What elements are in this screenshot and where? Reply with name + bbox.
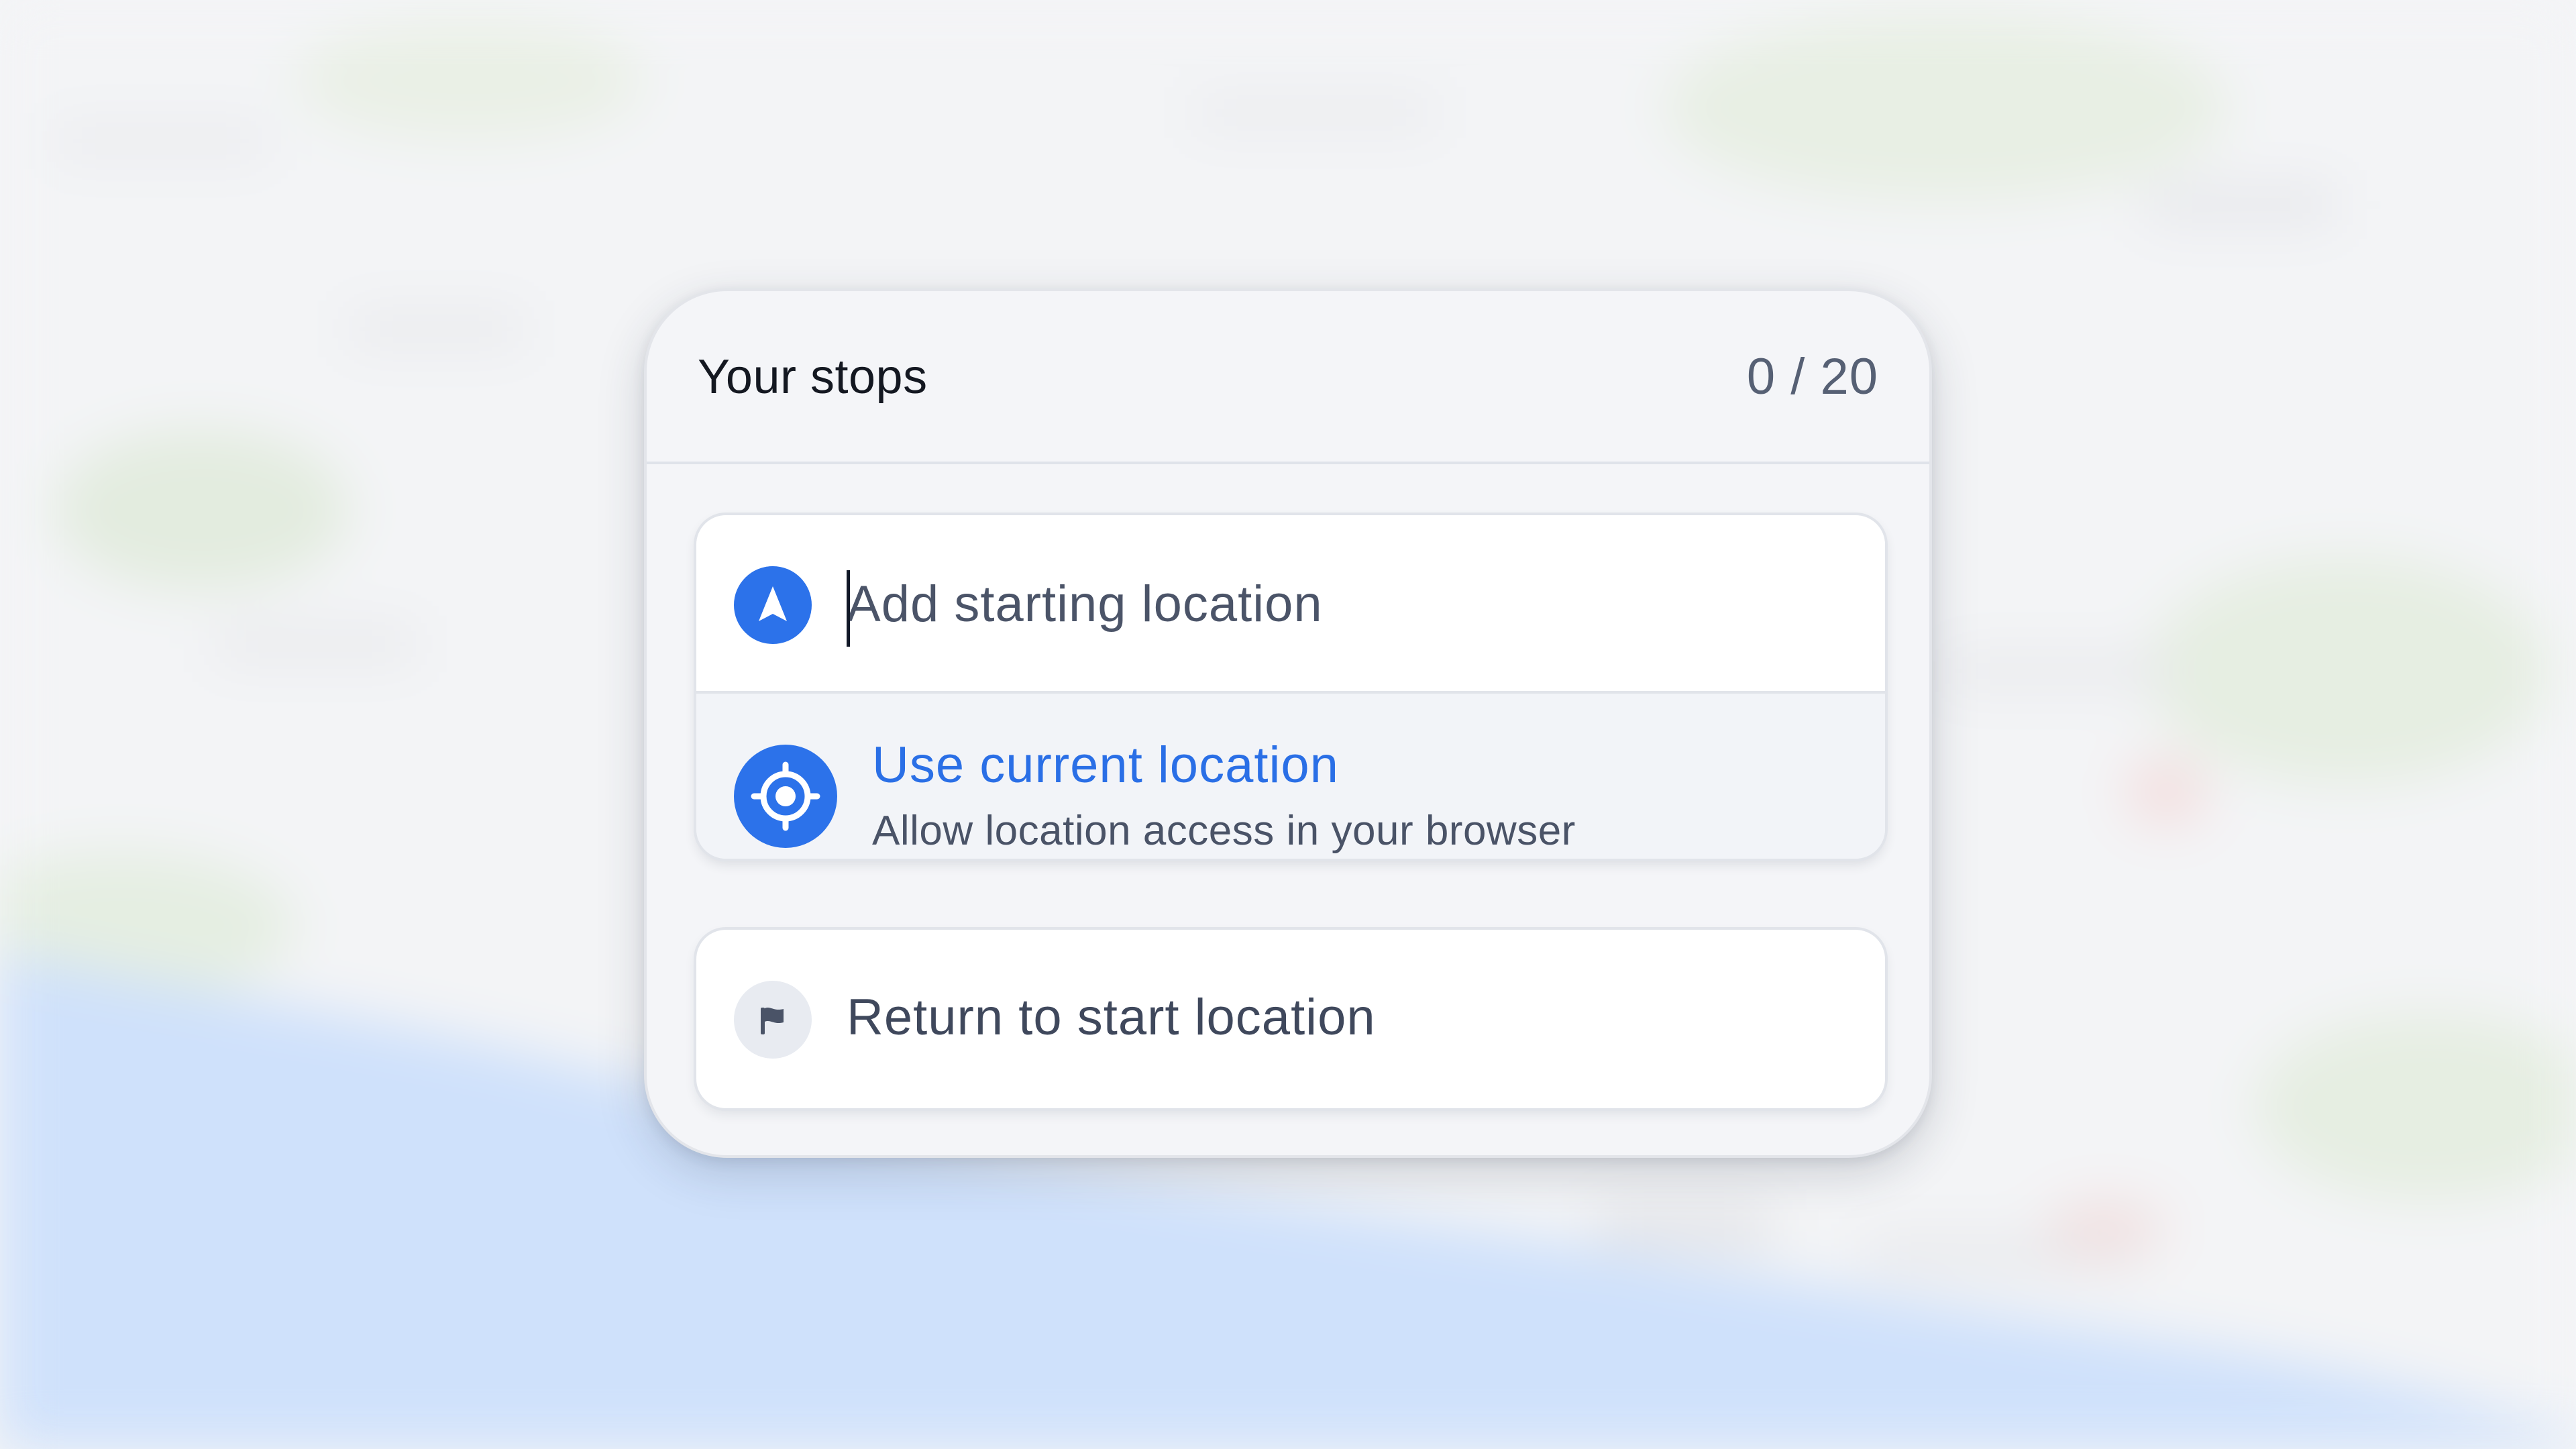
return-to-start-label: Return to start location [847, 989, 1376, 1046]
stops-panel: Your stops 0 / 20 Add starting location … [644, 288, 1932, 1158]
start-location-row[interactable] [696, 515, 1885, 694]
app-screen: Your stops 0 / 20 Add starting location … [0, 0, 2576, 1449]
current-location-sublabel: Allow location access in your browser [872, 808, 1576, 854]
panel-header: Your stops 0 / 20 [647, 291, 1929, 464]
flag-icon [734, 981, 812, 1059]
use-current-location-option[interactable]: Use current location Allow location acce… [696, 694, 1885, 859]
stop-count: 0 / 20 [1746, 348, 1878, 405]
return-to-start-option[interactable]: Return to start location [696, 930, 1885, 1108]
start-location-input[interactable] [847, 564, 1839, 644]
crosshair-icon [734, 745, 837, 848]
panel-title: Your stops [698, 350, 928, 404]
current-location-label: Use current location [872, 737, 1339, 794]
navigation-arrow-icon [734, 566, 812, 644]
text-cursor [847, 570, 850, 647]
start-location-card: Use current location Allow location acce… [696, 515, 1885, 859]
